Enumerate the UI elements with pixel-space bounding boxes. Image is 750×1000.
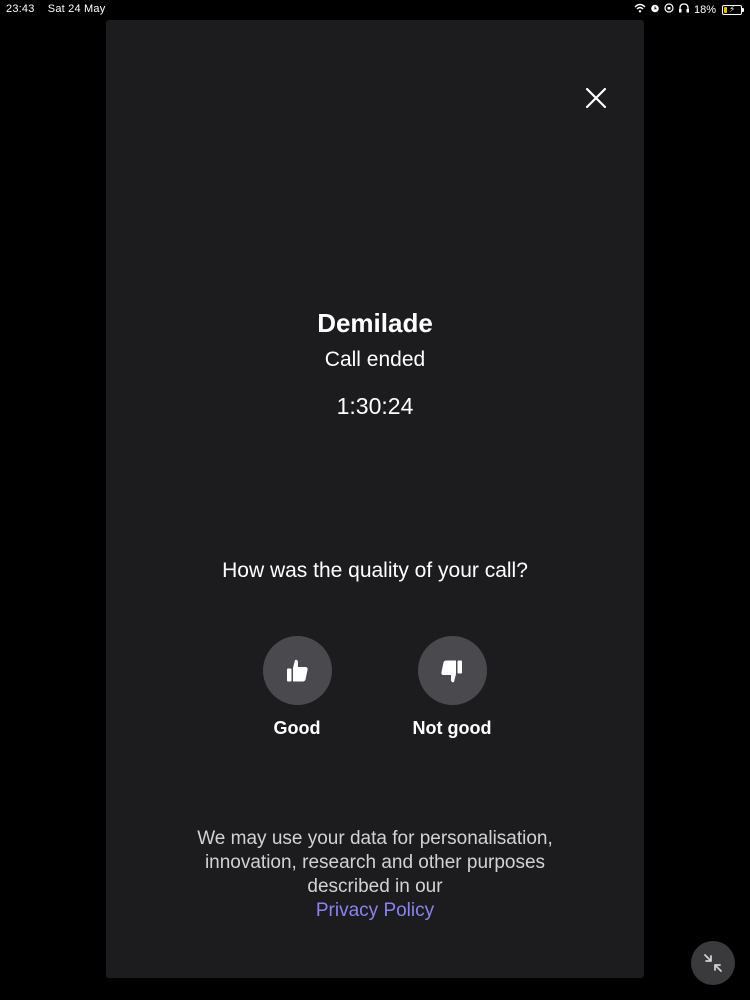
lock-rotation-icon: [664, 3, 674, 17]
call-status: Call ended: [324, 348, 426, 371]
status-time-date: 23:43 Sat 24 May: [6, 3, 105, 15]
not-good-rating-button[interactable]: Not good: [397, 636, 507, 739]
caller-name: Demilade: [317, 308, 433, 338]
battery-percent: 18%: [693, 4, 716, 16]
disclaimer-line-2: innovation, research and other purposes: [204, 852, 546, 873]
good-label: Good: [273, 718, 321, 738]
disclaimer-line-3: described in our: [307, 876, 443, 897]
close-button[interactable]: [582, 84, 610, 112]
privacy-policy-link[interactable]: Privacy Policy: [316, 900, 434, 921]
disclaimer-line-1: We may use your data for personalisation…: [197, 828, 553, 849]
close-icon: [585, 87, 607, 109]
wifi-icon: [634, 3, 646, 17]
good-rating-button[interactable]: Good: [242, 636, 352, 739]
charging-icon: ⚡: [729, 4, 736, 14]
thumbs-down-icon: [441, 660, 462, 682]
good-rating-circle[interactable]: [262, 636, 332, 705]
call-duration: 1:30:24: [336, 393, 414, 419]
minimize-arrows-icon: [704, 954, 722, 972]
not-good-label: Not good: [412, 718, 492, 738]
status-bar: 23:43 Sat 24 May 18% ⚡: [0, 0, 750, 20]
battery-icon: ⚡: [722, 4, 744, 15]
quality-question: How was the quality of your call?: [222, 559, 528, 582]
status-time: 23:43: [6, 3, 35, 15]
thumbs-up-icon: [287, 659, 308, 681]
battery-level: [724, 7, 727, 13]
headphones-icon: [678, 3, 690, 17]
call-ended-panel: Demilade Call ended 1:30:24 How was the …: [106, 20, 644, 978]
not-good-rating-circle[interactable]: [417, 636, 487, 705]
alarm-icon: [650, 3, 660, 17]
status-indicators: 18% ⚡: [634, 3, 744, 17]
minimize-button[interactable]: [691, 941, 735, 985]
data-usage-disclaimer: We may use your data for personalisation…: [146, 827, 604, 923]
status-date: Sat 24 May: [47, 3, 106, 15]
